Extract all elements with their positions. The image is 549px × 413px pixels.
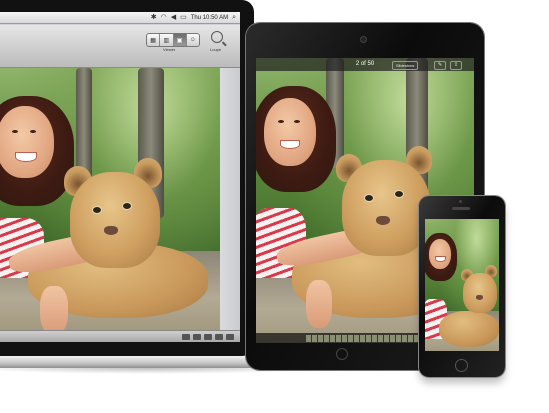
cub-nose — [376, 216, 390, 225]
thumbnail[interactable] — [311, 334, 317, 342]
cub-eye — [364, 194, 374, 202]
viewer-label: Viewer — [163, 47, 176, 52]
faces-icon[interactable]: ☺ — [187, 34, 199, 46]
thumbnail[interactable] — [365, 334, 371, 342]
grid-view-icon[interactable]: ▦ — [147, 34, 161, 46]
split-view-icon[interactable]: ▥ — [160, 34, 174, 46]
rotate-icon[interactable] — [182, 333, 190, 340]
loupe-label: Loupe — [210, 47, 222, 52]
cub-eye — [92, 206, 102, 214]
woman-face — [264, 98, 316, 166]
viewer-view-icon[interactable]: ▣ — [173, 34, 187, 46]
woman-face — [429, 239, 451, 269]
woman-smile — [435, 256, 446, 262]
thumbnail[interactable] — [413, 334, 419, 342]
thumbnail[interactable] — [353, 334, 359, 342]
edit-icon[interactable]: ✎ — [434, 61, 446, 70]
thumbnail[interactable] — [341, 334, 347, 342]
woman-eye — [12, 130, 18, 133]
iphone-camera-icon — [459, 200, 462, 203]
thumbnail[interactable] — [389, 334, 395, 342]
cub-nose — [104, 226, 118, 235]
iphone-speaker — [452, 207, 470, 210]
cub-head — [70, 172, 160, 268]
thumbnail[interactable] — [317, 334, 323, 342]
woman-eye — [30, 130, 36, 133]
cub-eye — [394, 190, 404, 198]
thumbnail[interactable] — [407, 334, 413, 342]
share-icon[interactable] — [226, 333, 234, 340]
ipad-nav-bar: 2 of 50 Slideshow ✎ ⇧ — [256, 58, 474, 71]
woman-eye — [294, 120, 300, 123]
main-photo[interactable] — [0, 68, 220, 330]
info-icon[interactable] — [215, 333, 223, 340]
wifi-icon[interactable]: ◠ — [161, 14, 167, 21]
volume-icon[interactable]: ◀ — [171, 14, 176, 21]
thumbnail[interactable] — [335, 334, 341, 342]
mac-sidebar — [220, 68, 240, 330]
spotlight-icon[interactable]: ⌕ — [232, 14, 236, 21]
thumbnail[interactable] — [371, 334, 377, 342]
thumbnail[interactable] — [329, 334, 335, 342]
thumbnail[interactable] — [323, 334, 329, 342]
woman-hand — [40, 286, 68, 330]
iphone-photo[interactable] — [425, 219, 499, 351]
thumbnail[interactable] — [395, 334, 401, 342]
thumbnail[interactable] — [305, 334, 311, 342]
share-icon[interactable]: ⇧ — [450, 61, 462, 70]
macbook-screen: ✱ ◠ ◀ ▭ Thu 10:50 AM ⌕ ▦ ▥ ▣ ☺ Viewer Lo… — [0, 12, 240, 342]
thumbnail[interactable] — [401, 334, 407, 342]
woman-smile — [15, 152, 37, 162]
mac-bottom-toolbar — [0, 330, 240, 342]
ipad-camera-icon — [360, 36, 367, 43]
slideshow-button[interactable]: Slideshow — [392, 61, 419, 70]
loupe-icon[interactable] — [211, 31, 223, 43]
bluetooth-icon[interactable]: ✱ — [151, 14, 157, 21]
adjust-icon[interactable] — [204, 333, 212, 340]
cub-head — [463, 273, 497, 313]
iphoto-toolbar: ▦ ▥ ▣ ☺ Viewer Loupe — [0, 25, 240, 68]
iphone-home-button[interactable] — [455, 359, 468, 372]
tree-trunk — [76, 68, 92, 178]
edit-icon[interactable] — [193, 333, 201, 340]
thumbnail[interactable] — [347, 334, 353, 342]
thumbnail[interactable] — [377, 334, 383, 342]
battery-icon[interactable]: ▭ — [180, 14, 187, 21]
thumbnail[interactable] — [383, 334, 389, 342]
ipad-home-button[interactable] — [336, 348, 348, 360]
iphone-screen — [425, 219, 499, 351]
view-mode-segmented-control: ▦ ▥ ▣ ☺ — [146, 33, 200, 47]
cub-body — [439, 311, 499, 347]
cub-head — [342, 160, 430, 256]
mac-menubar: ✱ ◠ ◀ ▭ Thu 10:50 AM ⌕ — [0, 12, 240, 24]
menubar-clock[interactable]: Thu 10:50 AM — [191, 15, 228, 21]
woman-face — [0, 106, 54, 178]
woman-smile — [280, 140, 300, 149]
woman-eye — [278, 120, 284, 123]
cub-nose — [476, 295, 483, 300]
cub-eye — [122, 202, 132, 210]
woman-hand — [306, 280, 332, 328]
thumbnail[interactable] — [359, 334, 365, 342]
